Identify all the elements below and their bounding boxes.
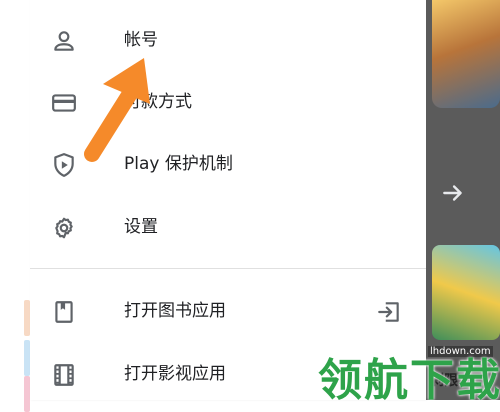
menu-item-label: Play 保护机制	[124, 154, 233, 174]
play-protect-icon	[54, 153, 74, 177]
books-icon	[55, 301, 73, 323]
movies-film-icon	[54, 364, 74, 386]
menu-item-label: 设置	[124, 217, 158, 237]
menu-item-open-movies[interactable]: 打开影视应用	[30, 344, 426, 404]
menu-item-label: 打开图书应用	[124, 301, 226, 321]
account-icon	[54, 31, 74, 51]
background-app-content: 剁限	[426, 0, 500, 400]
open-external-icon[interactable]	[376, 299, 402, 325]
menu-item-label: 打开影视应用	[124, 364, 226, 384]
menu-item-play-protect[interactable]: Play 保护机制	[30, 134, 426, 194]
menu-item-account[interactable]: 帐号	[30, 10, 426, 70]
settings-gear-icon	[55, 217, 73, 239]
menu-item-open-books[interactable]: 打开图书应用	[30, 281, 426, 341]
menu-item-settings[interactable]: 设置	[30, 197, 426, 257]
menu-item-label: 帐号	[124, 30, 158, 50]
arrow-right-icon	[443, 185, 462, 201]
app-thumbnail	[432, 245, 500, 340]
menu-item-label: 付款方式	[124, 92, 192, 112]
payment-card-icon	[52, 94, 76, 112]
background-text: 剁限	[430, 373, 458, 389]
menu-item-payment-methods[interactable]: 付款方式	[30, 72, 426, 132]
menu-divider	[30, 268, 426, 269]
app-thumbnail	[432, 0, 500, 108]
navigation-drawer: 帐号 付款方式 Play 保护机制 设置 打开图书应用 打开影视应用	[30, 0, 426, 400]
left-background-strip	[0, 0, 30, 412]
